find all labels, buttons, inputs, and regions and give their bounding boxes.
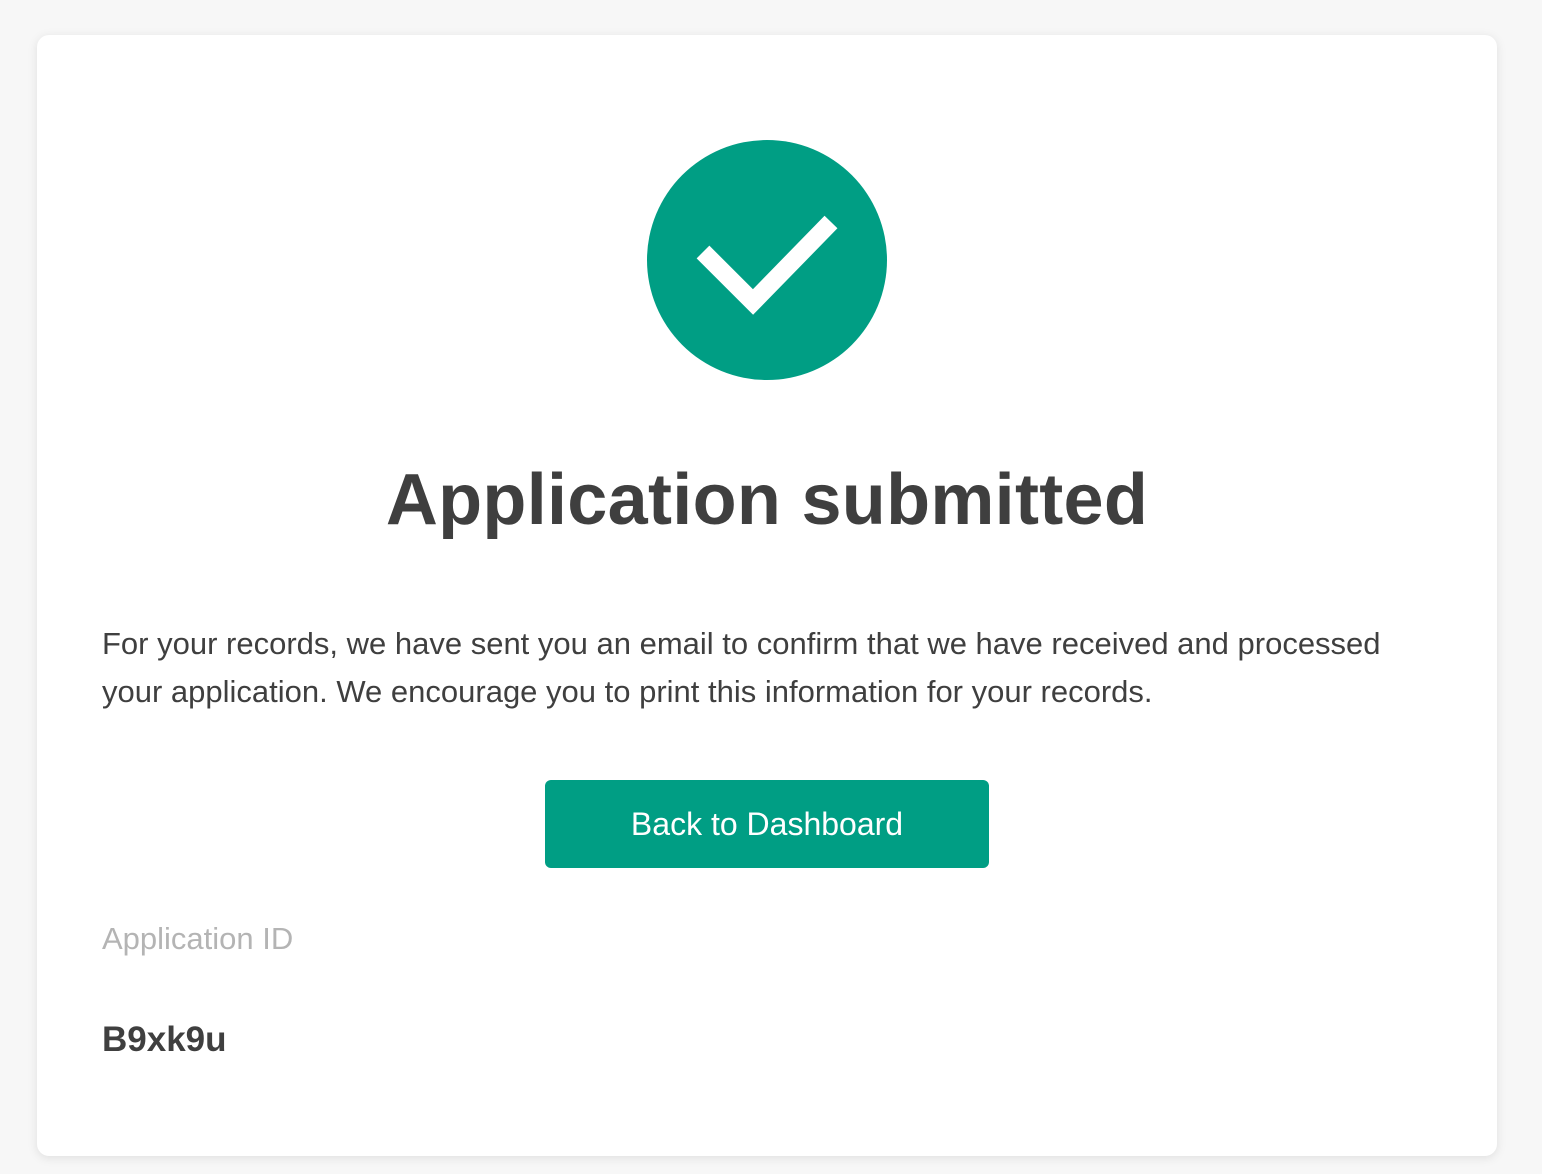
back-to-dashboard-button[interactable]: Back to Dashboard bbox=[545, 780, 989, 868]
application-id-label: Application ID bbox=[102, 921, 294, 956]
checkmark-icon bbox=[696, 215, 838, 315]
confirmation-card: Application submitted For your records, … bbox=[37, 35, 1497, 1156]
confirmation-message: For your records, we have sent you an em… bbox=[102, 626, 1381, 709]
application-id-value: B9xk9u bbox=[102, 1020, 227, 1059]
checkmark-circle-icon bbox=[647, 140, 887, 380]
page-title: Application submitted bbox=[385, 460, 1149, 540]
